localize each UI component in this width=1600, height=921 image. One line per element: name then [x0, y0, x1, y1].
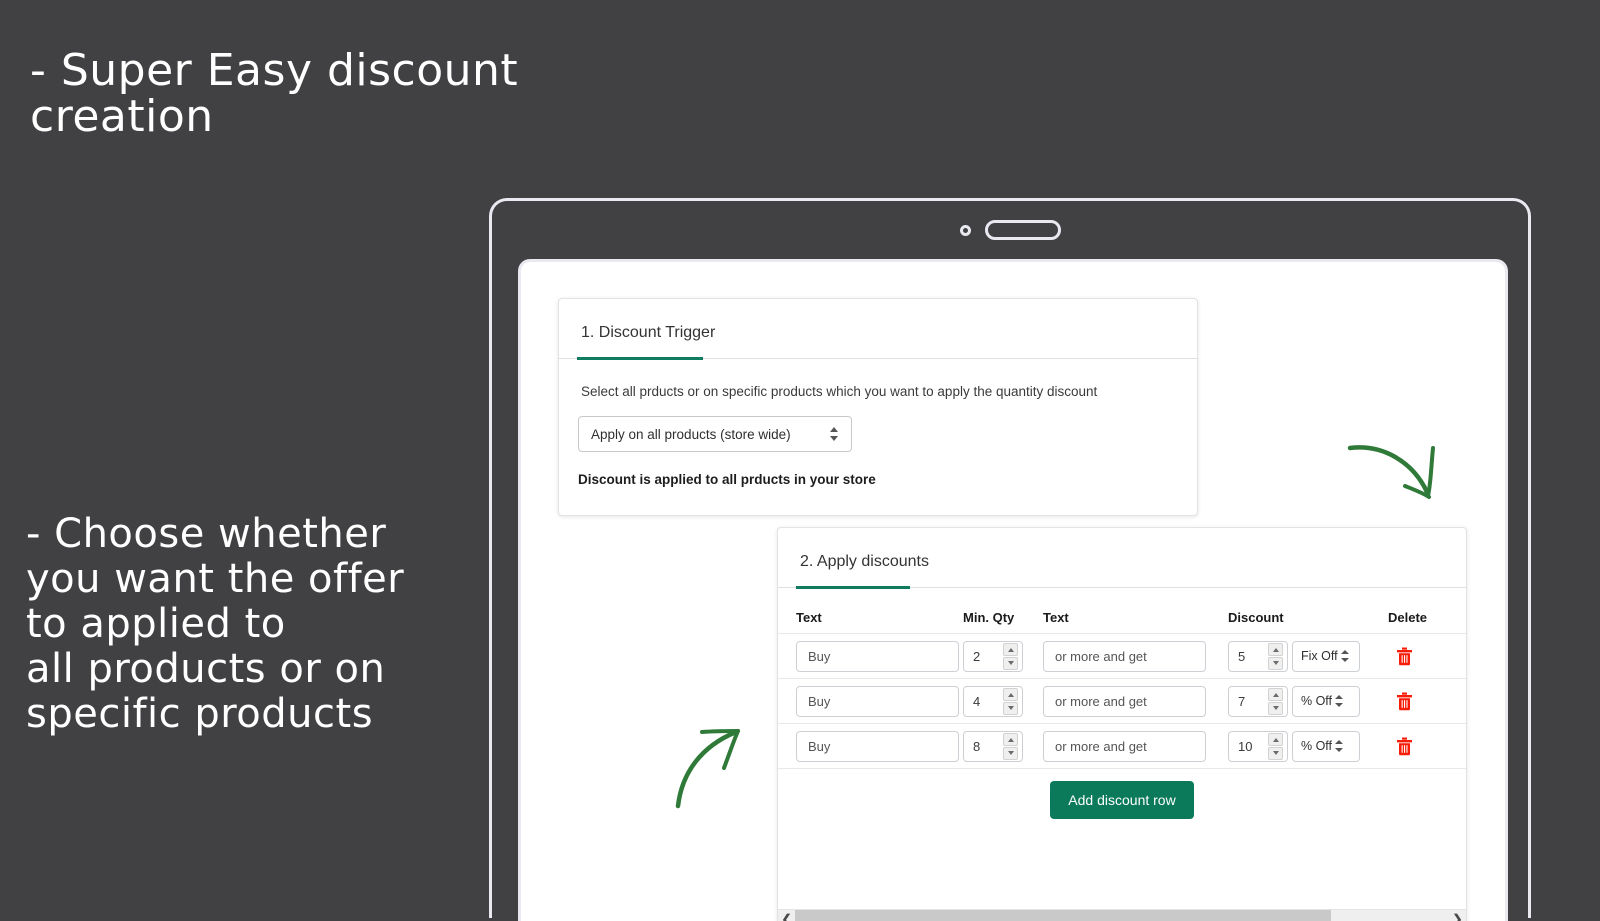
row-text1-value: Buy [808, 649, 830, 664]
apply-scope-select-value: Apply on all products (store wide) [591, 427, 791, 442]
row-discount-unit-select[interactable]: % Off [1292, 731, 1360, 762]
stepper-buttons[interactable] [1003, 643, 1018, 670]
discount-trigger-underline [559, 358, 1197, 359]
trash-icon[interactable] [1396, 647, 1413, 666]
stepper-down-icon[interactable] [1268, 657, 1283, 670]
curved-arrow-up-right-icon [668, 720, 748, 810]
row-min-qty-value: 2 [973, 649, 980, 664]
row-discount-value: 7 [1238, 694, 1245, 709]
row-discount-unit-select[interactable]: Fix Off [1292, 641, 1360, 672]
row-text1-value: Buy [808, 739, 830, 754]
stepper-down-icon[interactable] [1003, 657, 1018, 670]
stepper-buttons[interactable] [1003, 688, 1018, 715]
row-discount-unit-value: Fix Off [1301, 649, 1338, 663]
stepper-up-icon[interactable] [1268, 643, 1283, 656]
row-min-qty-value: 8 [973, 739, 980, 754]
updown-arrows-icon [830, 427, 839, 441]
row-text2-value: or more and get [1055, 649, 1147, 664]
column-header-text2: Text [1043, 610, 1228, 625]
stepper-up-icon[interactable] [1268, 688, 1283, 701]
row-min-qty-value: 4 [973, 694, 980, 709]
add-row-footer: Add discount row [778, 768, 1466, 830]
stepper-up-icon[interactable] [1003, 733, 1018, 746]
speaker-slot-icon [985, 220, 1061, 240]
promo-heading: - Super Easy discount creation [30, 48, 518, 140]
chevron-right-icon[interactable]: ❯ [1449, 913, 1466, 921]
row-discount-stepper[interactable]: 7 [1228, 686, 1288, 717]
add-discount-row-button[interactable]: Add discount row [1050, 781, 1193, 819]
discount-scope-note: Discount is applied to all prducts in yo… [559, 452, 1197, 487]
chevron-left-icon[interactable]: ❮ [778, 913, 795, 921]
table-row: Buy 8 or more and get [778, 723, 1466, 768]
column-header-text1: Text [778, 610, 963, 625]
stepper-up-icon[interactable] [1268, 733, 1283, 746]
updown-arrows-icon [1335, 740, 1343, 752]
table-row: Buy 4 or more and get [778, 678, 1466, 723]
row-discount-unit-value: % Off [1301, 694, 1332, 708]
device-screen: 1. Discount Trigger Select all prducts o… [518, 259, 1508, 921]
row-text2-input[interactable]: or more and get [1043, 686, 1206, 717]
curved-arrow-down-right-icon [1345, 430, 1455, 510]
row-text2-input[interactable]: or more and get [1043, 641, 1206, 672]
row-text2-input[interactable]: or more and get [1043, 731, 1206, 762]
trash-icon[interactable] [1396, 737, 1413, 756]
row-discount-unit-select[interactable]: % Off [1292, 686, 1360, 717]
stepper-buttons[interactable] [1003, 733, 1018, 760]
stepper-up-icon[interactable] [1003, 643, 1018, 656]
stepper-down-icon[interactable] [1268, 747, 1283, 760]
discount-trigger-title: 1. Discount Trigger [559, 299, 1197, 358]
discount-table-header: Text Min. Qty Text Discount Delete [778, 588, 1466, 633]
column-header-min-qty: Min. Qty [963, 610, 1043, 625]
row-discount-stepper[interactable]: 5 [1228, 641, 1288, 672]
row-text1-input[interactable]: Buy [796, 686, 959, 717]
discount-trigger-description: Select all prducts or on specific produc… [559, 359, 1197, 399]
stepper-down-icon[interactable] [1003, 702, 1018, 715]
row-discount-stepper[interactable]: 10 [1228, 731, 1288, 762]
table-row: Buy 2 or more and get [778, 633, 1466, 678]
discount-trigger-card: 1. Discount Trigger Select all prducts o… [558, 298, 1198, 516]
stepper-buttons[interactable] [1268, 688, 1283, 715]
row-discount-value: 5 [1238, 649, 1245, 664]
scrollbar-track[interactable] [795, 910, 1449, 921]
column-header-delete: Delete [1388, 610, 1448, 625]
stepper-buttons[interactable] [1268, 643, 1283, 670]
stepper-down-icon[interactable] [1268, 702, 1283, 715]
row-text1-value: Buy [808, 694, 830, 709]
row-min-qty-stepper[interactable]: 8 [963, 731, 1023, 762]
camera-dot-icon [960, 225, 971, 236]
row-min-qty-stepper[interactable]: 2 [963, 641, 1023, 672]
promo-body-text: - Choose whether you want the offer to a… [26, 512, 404, 737]
scrollbar-thumb[interactable] [795, 910, 1331, 921]
row-discount-unit-value: % Off [1301, 739, 1332, 753]
stepper-buttons[interactable] [1268, 733, 1283, 760]
row-min-qty-stepper[interactable]: 4 [963, 686, 1023, 717]
row-text1-input[interactable]: Buy [796, 731, 959, 762]
horizontal-scrollbar[interactable]: ❮ ❯ [778, 909, 1466, 921]
updown-arrows-icon [1335, 695, 1343, 707]
stepper-up-icon[interactable] [1003, 688, 1018, 701]
stepper-down-icon[interactable] [1003, 747, 1018, 760]
column-header-discount: Discount [1228, 610, 1388, 625]
trash-icon[interactable] [1396, 692, 1413, 711]
apply-discounts-card: 2. Apply discounts Text Min. Qty Text Di… [777, 527, 1467, 921]
apply-discounts-underline [778, 587, 1466, 588]
row-text1-input[interactable]: Buy [796, 641, 959, 672]
updown-arrows-icon [1341, 650, 1349, 662]
row-text2-value: or more and get [1055, 694, 1147, 709]
row-text2-value: or more and get [1055, 739, 1147, 754]
apply-scope-select[interactable]: Apply on all products (store wide) [578, 416, 852, 452]
row-discount-value: 10 [1238, 739, 1252, 754]
apply-discounts-title: 2. Apply discounts [778, 528, 1466, 587]
device-topbar [492, 201, 1528, 259]
tablet-device-frame: 1. Discount Trigger Select all prducts o… [489, 198, 1531, 918]
